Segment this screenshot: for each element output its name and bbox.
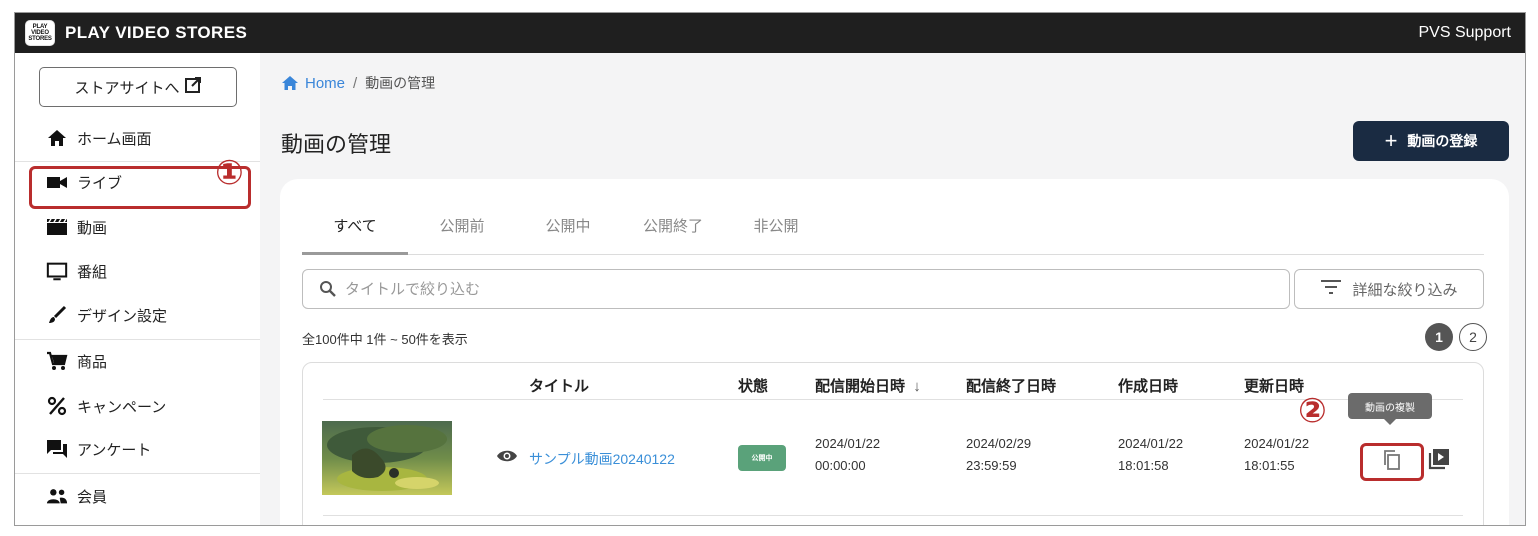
chat-icon: [46, 438, 68, 460]
video-list-card: すべて 公開前 公開中 公開終了 非公開 詳細な絞り込み 全100件中 1件 ~: [280, 179, 1509, 525]
top-bar: PLAY VIDEO STORES PLAY VIDEO STORES PVS …: [15, 13, 1525, 53]
brand-name: PLAY VIDEO STORES: [65, 23, 248, 42]
column-header-end: 配信終了日時: [966, 378, 1057, 395]
page-1-button[interactable]: 1: [1425, 323, 1453, 351]
advanced-filter-button[interactable]: 詳細な絞り込み: [1294, 269, 1484, 309]
duplicate-tooltip: 動画の複製: [1348, 393, 1432, 425]
brand-logo[interactable]: PLAY VIDEO STORES: [25, 20, 55, 46]
created-datetime: 2024/01/22 18:01:58: [1118, 436, 1184, 473]
result-count: 全100件中 1件 ~ 50件を表示: [302, 332, 468, 347]
sidebar-item-programs[interactable]: 番組: [15, 249, 260, 293]
store-site-button[interactable]: ストアサイトへ: [39, 67, 237, 107]
play-preview-icon[interactable]: [1428, 448, 1450, 475]
status-badge: 公開中: [738, 445, 786, 471]
column-header-title: タイトル: [529, 378, 590, 395]
pagination: 1 2: [1419, 323, 1487, 351]
visibility-eye-icon[interactable]: [496, 448, 518, 469]
sidebar-item-campaigns[interactable]: キャンペーン: [15, 384, 260, 428]
sidebar-item-products[interactable]: 商品: [15, 339, 260, 383]
tab-private[interactable]: 非公開: [736, 215, 816, 236]
tv-icon: [46, 260, 68, 282]
column-header-updated: 更新日時: [1244, 378, 1305, 395]
updated-datetime: 2024/01/22 18:01:55: [1244, 436, 1310, 473]
column-header-status: 状態: [738, 378, 769, 395]
column-header-start[interactable]: 配信開始日時 ↓: [815, 375, 921, 396]
tab-publish-ended[interactable]: 公開終了: [628, 215, 718, 236]
breadcrumb: Home / 動画の管理: [281, 73, 435, 93]
app-window: PLAY VIDEO STORES PLAY VIDEO STORES PVS …: [14, 12, 1526, 526]
sidebar: ストアサイトへ ホーム画面 ライブ 動画 番組 デザイン設定 商品 キャンペーン…: [15, 53, 260, 525]
main-content: Home / 動画の管理 動画の管理 + 動画の登録 すべて 公開前 公開中 公…: [260, 53, 1525, 525]
video-thumbnail[interactable]: [322, 421, 452, 495]
add-video-button[interactable]: + 動画の登録: [1353, 121, 1509, 161]
people-icon: [46, 485, 68, 507]
active-tab-indicator: [302, 252, 408, 255]
duplicate-video-button[interactable]: [1360, 443, 1424, 481]
home-icon: [46, 127, 68, 149]
clapperboard-icon: [46, 216, 68, 238]
support-link[interactable]: PVS Support: [1419, 24, 1512, 42]
annotation-number-one: ①: [215, 153, 244, 193]
tab-all[interactable]: すべて: [302, 215, 408, 236]
column-header-created: 作成日時: [1118, 378, 1179, 395]
search-box: [302, 269, 1290, 309]
tab-publishing[interactable]: 公開中: [528, 215, 608, 236]
search-icon: [319, 280, 337, 298]
sort-arrow-icon: ↓: [913, 378, 921, 395]
tab-before-publish[interactable]: 公開前: [422, 215, 502, 236]
filter-icon: [1320, 279, 1342, 299]
external-link-icon: [184, 76, 202, 98]
end-datetime: 2024/02/29 23:59:59: [966, 436, 1032, 473]
brush-icon: [46, 304, 68, 326]
copy-icon: [1382, 449, 1402, 476]
percent-icon: [46, 395, 68, 417]
video-table: タイトル 状態 配信開始日時 ↓ 配信終了日時 作成日時 更新日時 動画の複製 …: [302, 362, 1484, 525]
page-title: 動画の管理: [281, 132, 392, 157]
sidebar-item-surveys[interactable]: アンケート: [15, 427, 260, 471]
cart-icon: [46, 350, 68, 372]
breadcrumb-home[interactable]: Home: [281, 75, 345, 92]
search-input[interactable]: [345, 280, 1245, 298]
plus-icon: +: [1384, 128, 1398, 153]
header-divider: [323, 399, 1463, 400]
sidebar-item-members[interactable]: 会員: [15, 474, 260, 518]
sidebar-item-videos[interactable]: 動画: [15, 205, 260, 249]
breadcrumb-current: 動画の管理: [365, 75, 436, 91]
row-divider: [323, 515, 1463, 516]
sidebar-item-design[interactable]: デザイン設定: [15, 293, 260, 337]
status-tabs: すべて 公開前 公開中 公開終了 非公開: [302, 205, 1484, 255]
annotation-number-two: ②: [1298, 391, 1327, 431]
video-title-link[interactable]: サンプル動画20240122: [529, 449, 675, 469]
page-2-button[interactable]: 2: [1459, 323, 1487, 351]
start-datetime: 2024/01/22 00:00:00: [815, 436, 881, 473]
